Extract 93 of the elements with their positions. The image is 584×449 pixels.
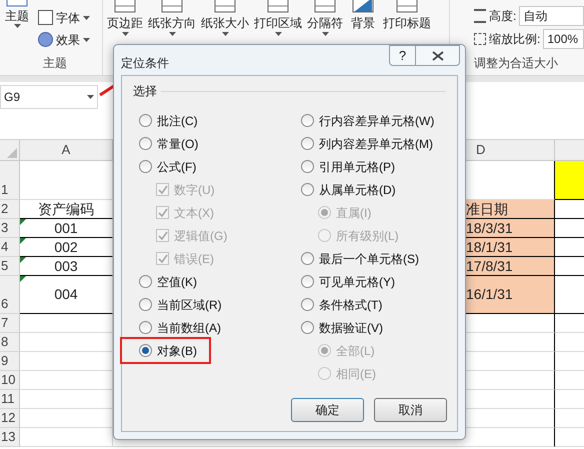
caret-icon (274, 32, 282, 36)
option-label: 行内容差异单元格(W) (319, 112, 434, 130)
radio-button[interactable] (139, 344, 152, 357)
row-header[interactable]: 10 (0, 371, 20, 390)
dialog-title: 定位条件 (121, 55, 169, 72)
option-label: 常量(O) (157, 136, 198, 152)
row-header[interactable]: 8 (0, 333, 20, 352)
ribbon-menu-button[interactable]: 字体 (38, 8, 90, 27)
row-header[interactable]: 3 (0, 219, 20, 238)
radio-button[interactable] (139, 275, 152, 288)
name-box[interactable]: G9 (0, 85, 98, 109)
option-label: 文本(X) (174, 204, 214, 222)
row-header[interactable]: 9 (0, 352, 20, 371)
radio-button[interactable] (139, 114, 152, 127)
radio-button[interactable] (139, 160, 152, 173)
option-label: 错误(E) (174, 250, 214, 268)
height-field[interactable]: 自动 (519, 6, 584, 26)
option-label: 空值(K) (157, 274, 197, 290)
row-header[interactable]: 12 (0, 409, 20, 428)
table-cell: 18/3/31 (466, 219, 555, 238)
option-label: 数字(U) (174, 182, 215, 198)
row-header[interactable]: 13 (0, 428, 20, 447)
caret-icon (83, 16, 90, 20)
help-button[interactable]: ? (389, 45, 416, 66)
row-header[interactable]: 11 (0, 390, 20, 409)
radio-button[interactable] (301, 183, 314, 196)
dialog-button[interactable]: 确定 (291, 398, 364, 422)
dialog-button[interactable]: 取消 (374, 398, 447, 422)
ribbon-button[interactable]: 背景 (347, 0, 379, 32)
font-icon (38, 10, 53, 25)
option-label: 数据验证(V) (319, 320, 383, 336)
theme-button[interactable]: 主题 (0, 0, 34, 54)
radio-button[interactable] (301, 114, 314, 127)
table-cell: 18/1/31 (466, 238, 555, 257)
radio-button[interactable] (301, 252, 314, 265)
ribbon-menu-button[interactable]: 效果 (38, 30, 90, 49)
option-label: 当前区域(R) (157, 296, 222, 314)
row-header[interactable]: 5 (0, 257, 20, 276)
scale-field[interactable]: 100% (543, 29, 584, 49)
ribbon-button[interactable]: 打印标题 (382, 0, 432, 32)
radio-button[interactable] (139, 137, 152, 150)
caret-icon (322, 32, 328, 36)
option-label: 全部(L) (336, 342, 375, 360)
option-label: 当前数组(A) (157, 320, 221, 336)
radio-button[interactable] (301, 160, 314, 173)
option-label: 所有级别(L) (336, 228, 399, 244)
height-label: 高度: (489, 8, 516, 25)
ribbon-button[interactable]: 纸张方向 (147, 0, 197, 36)
option-label: 批注(C) (157, 112, 198, 130)
option-label: 从属单元格(D) (319, 182, 396, 198)
radio-button[interactable] (301, 137, 314, 150)
option-label: 相同(E) (336, 366, 376, 382)
caret-icon (222, 32, 228, 36)
option-label: 直属(I) (336, 204, 372, 222)
ribbon-button[interactable]: 分隔符 (306, 0, 344, 36)
effects-icon (38, 32, 53, 47)
caret-icon (168, 32, 176, 36)
caret-icon (122, 32, 128, 36)
close-icon (432, 50, 444, 60)
option-label: 公式(F) (157, 158, 196, 176)
scale-label: 缩放比例: (489, 31, 540, 48)
row-header[interactable]: 6 (0, 276, 20, 314)
ribbon-button[interactable]: 页边距 (106, 0, 144, 36)
row-header[interactable]: 4 (0, 238, 20, 257)
radio-button[interactable] (139, 321, 152, 334)
radio-button[interactable] (301, 298, 314, 311)
scale-icon (474, 33, 486, 45)
radio-button[interactable] (139, 298, 152, 311)
option-label: 条件格式(T) (319, 296, 382, 314)
ribbon-button[interactable]: 打印区域 (253, 0, 303, 36)
radio-button[interactable] (301, 321, 314, 334)
group-label: 选择 (133, 83, 157, 100)
row-header[interactable]: 7 (0, 314, 20, 333)
table-cell: 17/8/31 (466, 257, 555, 276)
option-label: 最后一个单元格(S) (319, 250, 419, 268)
option-label: 列内容差异单元格(M) (319, 136, 433, 152)
option-label: 可见单元格(Y) (319, 274, 395, 290)
caret-icon (87, 95, 94, 99)
table-cell: 准日期 (466, 200, 555, 219)
height-icon (474, 9, 486, 23)
row-header[interactable]: 2 (0, 200, 20, 219)
group-label: 主题 (43, 55, 67, 72)
option-label: 对象(B) (157, 342, 197, 360)
ribbon-button[interactable]: 纸张大小 (200, 0, 250, 36)
row-header[interactable]: 1 (0, 161, 20, 200)
caret-icon (83, 38, 90, 42)
option-label: 引用单元格(P) (319, 158, 395, 176)
table-cell: 16/1/31 (466, 276, 555, 314)
group-label: 调整为合适大小 (474, 55, 559, 72)
radio-button[interactable] (301, 275, 314, 288)
caret-icon (14, 24, 20, 28)
option-label: 逻辑值(G) (174, 228, 228, 244)
close-button[interactable] (416, 45, 460, 66)
